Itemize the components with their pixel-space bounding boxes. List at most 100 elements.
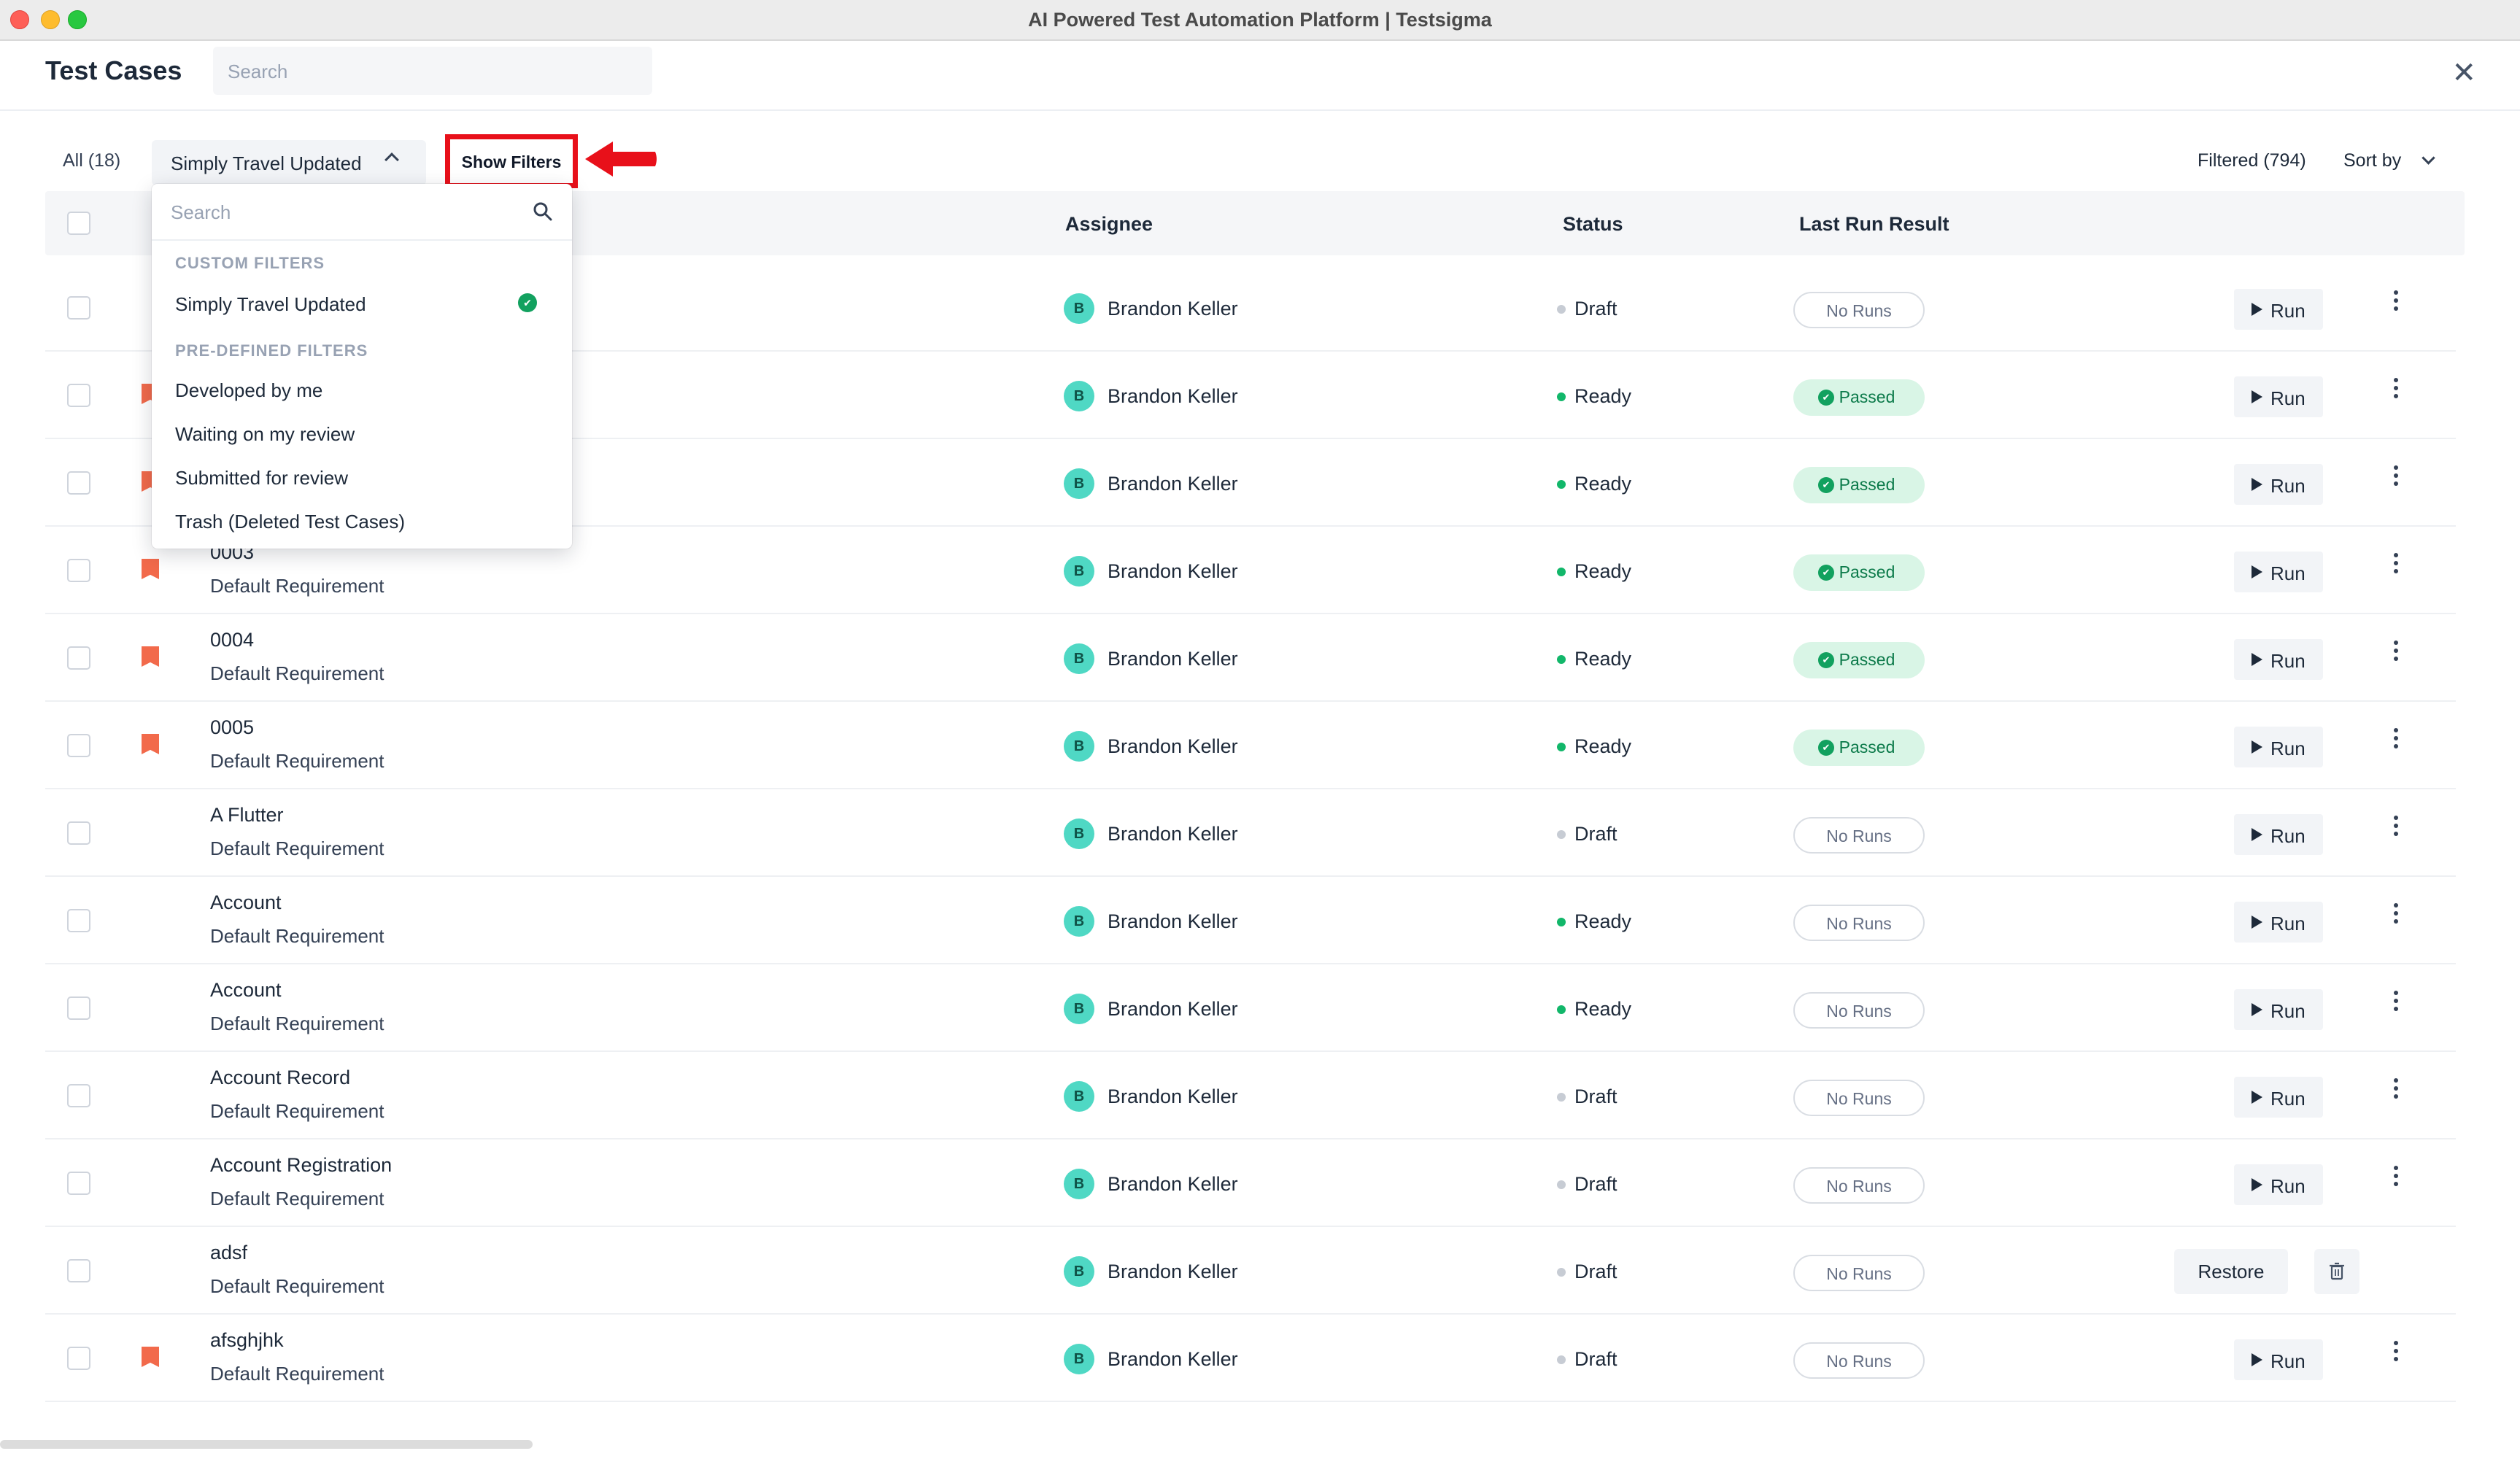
restore-button[interactable]: Restore [2174,1249,2288,1294]
test-case-name[interactable]: Account [210,979,282,1002]
assignee-name: Brandon Keller [1108,823,1238,845]
table-row[interactable]: Account Registration Default Requirement B… [45,1139,2456,1227]
status-dot-icon [1557,568,1566,576]
horizontal-scrollbar[interactable] [0,1440,533,1449]
flag-icon [142,646,159,667]
test-case-name[interactable]: A Flutter [210,804,284,827]
run-button[interactable]: Run [2234,639,2323,680]
status-label: Ready [1574,910,1632,932]
run-button[interactable]: Run [2234,727,2323,767]
avatar: B [1064,906,1094,937]
show-filters-button[interactable]: Show Filters [445,134,578,188]
kebab-icon[interactable] [2389,1166,2403,1195]
status-label: Draft [1574,1348,1617,1370]
filter-option-simply-travel-updated[interactable]: Simply Travel Updated [175,293,366,316]
filter-option-developed-by-me[interactable]: Developed by me [175,379,322,402]
test-case-name[interactable]: 0004 [210,629,254,651]
run-button[interactable]: Run [2234,1164,2323,1205]
run-button[interactable]: Run [2234,552,2323,592]
search-input[interactable]: Search [213,47,652,95]
status-dot-icon [1557,1005,1566,1014]
run-button[interactable]: Run [2234,464,2323,505]
kebab-icon[interactable] [2389,903,2403,932]
run-button[interactable]: Run [2234,989,2323,1030]
avatar: B [1064,994,1094,1024]
row-checkbox[interactable] [67,471,90,495]
test-case-name[interactable]: Account [210,891,282,914]
run-button[interactable]: Run [2234,902,2323,943]
run-button[interactable]: Run [2234,289,2323,330]
avatar: B [1064,1256,1094,1287]
run-button[interactable]: Run [2234,1077,2323,1118]
test-case-name[interactable]: 0005 [210,716,254,739]
run-button[interactable]: Run [2234,814,2323,855]
filter-option-trash[interactable]: Trash (Deleted Test Cases) [175,511,405,533]
table-row[interactable]: Account Default Requirement B Brandon Kelle… [45,877,2456,964]
row-checkbox[interactable] [67,1259,90,1282]
kebab-icon[interactable] [2389,728,2403,757]
assignee-name: Brandon Keller [1108,298,1238,320]
row-checkbox[interactable] [67,296,90,320]
status-dot-icon [1557,655,1566,664]
last-run-badge: Passed [1793,642,1925,678]
sort-by-button[interactable]: Sort by [2343,150,2401,171]
row-checkbox[interactable] [67,1347,90,1370]
assignee-name: Brandon Keller [1108,735,1238,757]
kebab-icon[interactable] [2389,1078,2403,1107]
flag-icon [142,559,159,579]
kebab-icon[interactable] [2389,378,2403,407]
table-row[interactable]: adsf Default Requirement B Brandon Keller Dr… [45,1227,2456,1315]
test-case-name[interactable]: Account Registration [210,1154,392,1177]
dropdown-search-input[interactable]: Search [152,184,572,241]
row-checkbox[interactable] [67,996,90,1020]
status-dot-icon [1557,918,1566,926]
column-header-status[interactable]: Status [1563,213,1623,236]
assignee-name: Brandon Keller [1108,560,1238,582]
test-case-name[interactable]: adsf [210,1242,247,1264]
row-checkbox[interactable] [67,1084,90,1107]
row-checkbox[interactable] [67,734,90,757]
row-checkbox[interactable] [67,1172,90,1195]
kebab-icon[interactable] [2389,991,2403,1020]
row-checkbox[interactable] [67,909,90,932]
filter-option-waiting-on-my-review[interactable]: Waiting on my review [175,423,355,446]
kebab-icon[interactable] [2389,290,2403,320]
table-row[interactable]: 0004 Default Requirement B Brandon Keller Re… [45,614,2456,702]
last-run-badge: No Runs [1793,905,1925,941]
chevron-down-icon[interactable] [2422,151,2435,165]
last-run-badge: No Runs [1793,992,1925,1029]
trash-button[interactable] [2314,1249,2359,1294]
row-checkbox[interactable] [67,559,90,582]
kebab-icon[interactable] [2389,553,2403,582]
kebab-icon[interactable] [2389,1341,2403,1370]
run-button[interactable]: Run [2234,376,2323,417]
filter-select[interactable]: Simply Travel Updated [152,140,426,185]
row-checkbox[interactable] [67,646,90,670]
avatar: B [1064,556,1094,587]
run-label: Run [2270,1088,2306,1110]
row-checkbox[interactable] [67,821,90,845]
select-all-checkbox[interactable] [67,212,90,235]
assignee-name: Brandon Keller [1108,1348,1238,1370]
table-row[interactable]: A Flutter Default Requirement B Brandon Kel… [45,789,2456,877]
column-header-last-run[interactable]: Last Run Result [1799,213,1949,236]
test-case-name[interactable]: afsghjhk [210,1329,284,1352]
run-button[interactable]: Run [2234,1339,2323,1380]
close-icon[interactable]: ✕ [2451,58,2476,88]
test-case-name[interactable]: Account Record [210,1067,350,1089]
table-row[interactable]: Account Default Requirement B Brandon Kelle… [45,964,2456,1052]
column-header-assignee[interactable]: Assignee [1065,213,1153,236]
kebab-icon[interactable] [2389,816,2403,845]
run-label: Run [2270,738,2306,759]
table-row[interactable]: Account Record Default Requirement B Brando… [45,1052,2456,1139]
tab-all[interactable]: All (18) [63,150,120,171]
play-icon [2252,303,2262,316]
row-checkbox[interactable] [67,384,90,407]
chevron-up-icon [384,152,399,167]
kebab-icon[interactable] [2389,465,2403,495]
table-row[interactable]: afsghjhk Default Requirement B Brandon Kell… [45,1315,2456,1402]
filter-option-submitted-for-review[interactable]: Submitted for review [175,467,348,489]
kebab-icon[interactable] [2389,641,2403,670]
avatar: B [1064,1081,1094,1112]
table-row[interactable]: 0005 Default Requirement B Brandon Keller Re… [45,702,2456,789]
